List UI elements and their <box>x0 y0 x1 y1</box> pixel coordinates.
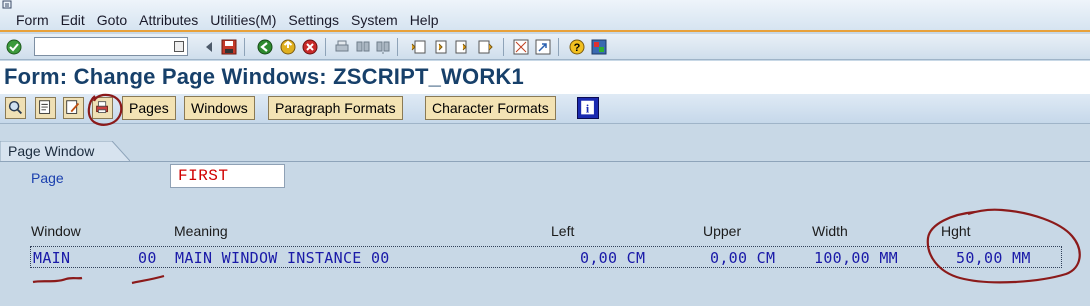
display-change-icon[interactable] <box>35 97 56 119</box>
find-icon[interactable] <box>5 97 26 119</box>
find-icon[interactable] <box>354 38 372 56</box>
command-input[interactable] <box>35 38 171 55</box>
print-preview-icon[interactable] <box>92 97 113 119</box>
menu-edit[interactable]: Edit <box>61 12 85 28</box>
cell-height[interactable]: 50,00 MM <box>956 249 1031 267</box>
menu-goto[interactable]: Goto <box>97 12 127 28</box>
save-icon[interactable] <box>220 38 238 56</box>
cell-window[interactable]: MAIN <box>33 249 70 267</box>
column-header-upper: Upper <box>703 223 742 239</box>
shortcut-icon[interactable] <box>534 38 552 56</box>
last-page-icon[interactable] <box>476 38 494 56</box>
menu-settings[interactable]: Settings <box>288 12 339 28</box>
layout-menu-icon[interactable] <box>590 38 608 56</box>
enter-icon[interactable] <box>5 38 23 56</box>
divider <box>0 161 1090 162</box>
application-toolbar: Pages Windows Paragraph Formats Characte… <box>0 94 1090 124</box>
title-bar: Form: Change Page Windows: ZSCRIPT_WORK1 <box>0 61 1090 94</box>
toolbar-separator <box>503 38 504 56</box>
windows-button[interactable]: Windows <box>184 96 255 120</box>
system-menu-icon[interactable] <box>2 0 14 12</box>
menu-form[interactable]: Form <box>16 12 49 28</box>
previous-page-icon[interactable] <box>431 38 449 56</box>
page-window-area: Page Window Page FIRST Window Meaning Le… <box>0 125 1090 306</box>
menu-help[interactable]: Help <box>410 12 439 28</box>
create-session-icon[interactable] <box>512 38 530 56</box>
find-next-icon[interactable] <box>374 38 392 56</box>
menu-attributes[interactable]: Attributes <box>139 12 198 28</box>
standard-toolbar: ? <box>0 34 1090 60</box>
command-history-icon[interactable] <box>174 41 184 52</box>
collapse-left-icon[interactable] <box>200 38 218 56</box>
svg-text:?: ? <box>574 42 581 54</box>
edit-icon[interactable] <box>63 97 84 119</box>
page-field[interactable]: FIRST <box>170 164 285 188</box>
print-icon[interactable] <box>333 38 351 56</box>
cancel-icon[interactable] <box>301 38 319 56</box>
cell-width[interactable]: 100,00 MM <box>814 249 898 267</box>
next-page-icon[interactable] <box>453 38 471 56</box>
toolbar-separator <box>325 38 326 56</box>
column-header-left: Left <box>551 223 575 239</box>
back-icon[interactable] <box>256 38 274 56</box>
cell-meaning[interactable]: MAIN WINDOW INSTANCE 00 <box>175 249 390 267</box>
column-header-height: Hght <box>941 223 971 239</box>
page-label: Page <box>31 170 64 186</box>
first-page-icon[interactable] <box>410 38 428 56</box>
pages-button[interactable]: Pages <box>122 96 176 120</box>
menu-bar: Form Edit Goto Attributes Utilities(M) S… <box>0 0 1090 32</box>
info-icon[interactable]: i <box>577 97 599 119</box>
cell-instance[interactable]: 00 <box>138 249 157 267</box>
column-header-window: Window <box>31 223 81 239</box>
character-formats-button[interactable]: Character Formats <box>425 96 556 120</box>
column-header-width: Width <box>812 223 848 239</box>
column-header-meaning: Meaning <box>174 223 228 239</box>
command-field[interactable] <box>34 37 188 56</box>
menu-system[interactable]: System <box>351 12 398 28</box>
help-icon[interactable]: ? <box>568 38 586 56</box>
toolbar-separator <box>558 38 559 56</box>
paragraph-formats-button[interactable]: Paragraph Formats <box>268 96 403 120</box>
menu-utilities[interactable]: Utilities(M) <box>210 12 276 28</box>
exit-icon[interactable] <box>279 38 297 56</box>
toolbar-separator <box>397 38 398 56</box>
toolbar-separator <box>244 38 245 56</box>
tab-label: Page Window <box>8 143 95 159</box>
cell-left[interactable]: 0,00 CM <box>580 249 645 267</box>
page-title: Form: Change Page Windows: ZSCRIPT_WORK1 <box>4 64 524 89</box>
cell-upper[interactable]: 0,00 CM <box>710 249 775 267</box>
